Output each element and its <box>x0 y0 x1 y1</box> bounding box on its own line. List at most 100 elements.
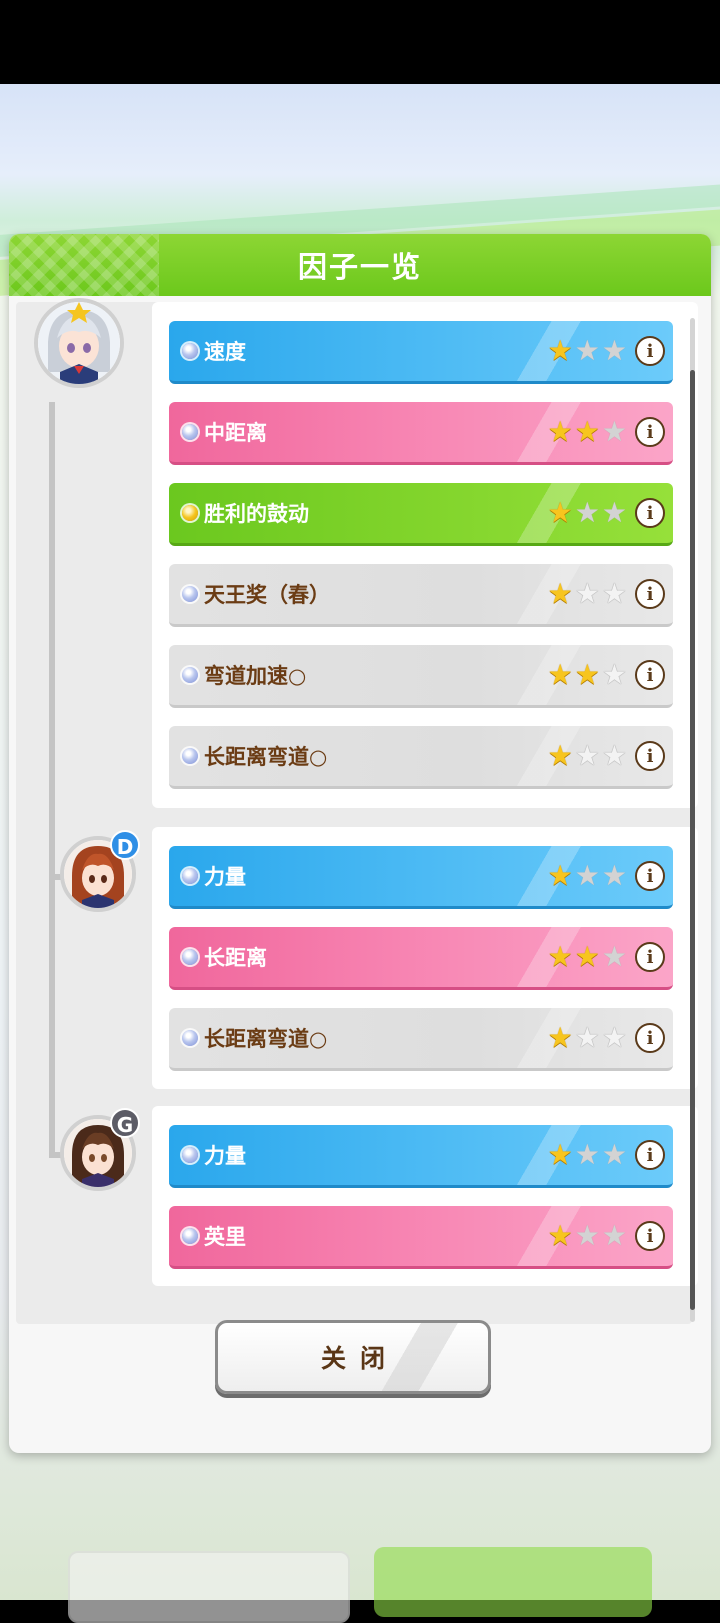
star-empty-icon: ★ <box>601 1138 627 1171</box>
star-empty-icon: ★ <box>574 496 600 529</box>
info-icon[interactable]: i <box>635 579 665 609</box>
factor-row[interactable]: 力量 ★ ★ ★ i <box>169 1125 673 1188</box>
star-filled-icon: ★ <box>547 334 573 367</box>
factor-name: 力量 <box>204 1144 246 1168</box>
star-empty-icon: ★ <box>601 940 627 973</box>
info-icon[interactable]: i <box>635 1023 665 1053</box>
factor-row[interactable]: 长距离弯道○ ★ ★ ★ i <box>169 1008 673 1071</box>
star-rating: ★ ★ ★ <box>548 943 627 971</box>
factor-name: 胜利的鼓动 <box>204 502 309 526</box>
info-icon[interactable]: i <box>635 498 665 528</box>
info-icon[interactable]: i <box>635 660 665 690</box>
star-filled-icon: ★ <box>547 1138 573 1171</box>
parent-avatar[interactable] <box>34 298 124 388</box>
star-filled-icon: ★ <box>574 940 600 973</box>
star-rating: ★ ★ ★ <box>548 661 627 689</box>
star-rating: ★ ★ ★ <box>548 337 627 365</box>
info-icon[interactable]: i <box>635 336 665 366</box>
star-filled-icon: ★ <box>547 1219 573 1252</box>
modal-header: 因子一览 <box>9 234 711 296</box>
star-empty-icon: ★ <box>574 334 600 367</box>
star-empty-icon: ★ <box>574 859 600 892</box>
tree-connector-line <box>49 402 55 1158</box>
background-reroll-button <box>68 1551 350 1623</box>
factor-row[interactable]: 弯道加速○ ★ ★ ★ i <box>169 645 673 708</box>
close-button[interactable]: 关闭 <box>215 1320 491 1394</box>
star-filled-icon: ★ <box>547 415 573 448</box>
factor-orb-icon <box>182 586 198 602</box>
grandparent-factor-group-2: 力量 ★ ★ ★ i 英里 ★ ★ ★ i <box>152 1106 698 1286</box>
factor-list-modal: 因子一览 速度 ★ ★ ★ i 中距离 ★ ★ ★ i 胜利的鼓动 ★ ★ ★ i 天王奖（春） ★ ★ ★ i 弯道加… <box>9 234 711 1453</box>
star-filled-icon: ★ <box>574 658 600 691</box>
star-rating: ★ ★ ★ <box>548 1141 627 1169</box>
info-icon[interactable]: i <box>635 861 665 891</box>
factor-name: 长距离弯道○ <box>204 1027 328 1051</box>
factor-orb-icon <box>182 505 198 521</box>
info-icon[interactable]: i <box>635 1140 665 1170</box>
info-icon[interactable]: i <box>635 741 665 771</box>
factor-row[interactable]: 力量 ★ ★ ★ i <box>169 846 673 909</box>
factor-row[interactable]: 长距离弯道○ ★ ★ ★ i <box>169 726 673 789</box>
star-empty-icon: ★ <box>574 1021 600 1054</box>
scrollbar-thumb[interactable] <box>690 370 695 1310</box>
factor-list-scroll-area[interactable]: 速度 ★ ★ ★ i 中距离 ★ ★ ★ i 胜利的鼓动 ★ ★ ★ i 天王奖（春） ★ ★ ★ i 弯道加速○ ★ ★ ★… <box>16 298 698 1324</box>
star-filled-icon: ★ <box>547 496 573 529</box>
star-empty-icon: ★ <box>574 1219 600 1252</box>
star-rating: ★ ★ ★ <box>548 862 627 890</box>
modal-title: 因子一览 <box>297 250 422 284</box>
factor-row[interactable]: 英里 ★ ★ ★ i <box>169 1206 673 1269</box>
factor-name: 中距离 <box>204 421 267 445</box>
factor-row[interactable]: 速度 ★ ★ ★ i <box>169 321 673 384</box>
factor-orb-icon <box>182 667 198 683</box>
star-empty-icon: ★ <box>574 1138 600 1171</box>
factor-row[interactable]: 中距离 ★ ★ ★ i <box>169 402 673 465</box>
close-button-label: 关闭 <box>320 1344 399 1373</box>
star-empty-icon: ★ <box>601 739 627 772</box>
status-bar <box>0 0 720 84</box>
factor-row[interactable]: 天王奖（春） ★ ★ ★ i <box>169 564 673 627</box>
factor-row[interactable]: 胜利的鼓动 ★ ★ ★ i <box>169 483 673 546</box>
info-icon[interactable]: i <box>635 1221 665 1251</box>
header-pattern <box>9 234 159 296</box>
star-rating: ★ ★ ★ <box>548 1222 627 1250</box>
factor-orb-icon <box>182 1030 198 1046</box>
factor-orb-icon <box>182 868 198 884</box>
rank-badge-d: D <box>110 830 140 860</box>
star-rating: ★ ★ ★ <box>548 742 627 770</box>
factor-name: 英里 <box>204 1225 246 1249</box>
info-icon[interactable]: i <box>635 417 665 447</box>
star-empty-icon: ★ <box>601 334 627 367</box>
star-filled-icon: ★ <box>547 658 573 691</box>
star-filled-icon: ★ <box>547 940 573 973</box>
factor-orb-icon <box>182 748 198 764</box>
factor-orb-icon <box>182 1228 198 1244</box>
star-filled-icon: ★ <box>547 859 573 892</box>
star-rating: ★ ★ ★ <box>548 1024 627 1052</box>
white-haired-horse-girl-avatar-icon <box>38 302 120 384</box>
star-empty-icon: ★ <box>601 658 627 691</box>
factor-orb-icon <box>182 424 198 440</box>
star-empty-icon: ★ <box>601 577 627 610</box>
star-empty-icon: ★ <box>601 859 627 892</box>
star-filled-icon: ★ <box>574 415 600 448</box>
background-confirm-button <box>374 1547 652 1617</box>
factor-name: 速度 <box>204 340 246 364</box>
info-icon[interactable]: i <box>635 942 665 972</box>
star-empty-icon: ★ <box>574 739 600 772</box>
star-empty-icon: ★ <box>601 496 627 529</box>
factor-name: 力量 <box>204 865 246 889</box>
star-rating: ★ ★ ★ <box>548 499 627 527</box>
factor-orb-icon <box>182 949 198 965</box>
star-rating: ★ ★ ★ <box>548 580 627 608</box>
star-filled-icon: ★ <box>547 739 573 772</box>
grandparent-factor-group-1: 力量 ★ ★ ★ i 长距离 ★ ★ ★ i 长距离弯道○ ★ ★ ★ i <box>152 827 698 1089</box>
star-rating: ★ ★ ★ <box>548 418 627 446</box>
star-empty-icon: ★ <box>601 1219 627 1252</box>
star-filled-icon: ★ <box>547 577 573 610</box>
factor-orb-icon <box>182 343 198 359</box>
factor-name: 长距离弯道○ <box>204 745 328 769</box>
factor-name: 天王奖（春） <box>204 583 330 607</box>
star-empty-icon: ★ <box>601 415 627 448</box>
rank-badge-g: G <box>110 1108 140 1138</box>
factor-row[interactable]: 长距离 ★ ★ ★ i <box>169 927 673 990</box>
